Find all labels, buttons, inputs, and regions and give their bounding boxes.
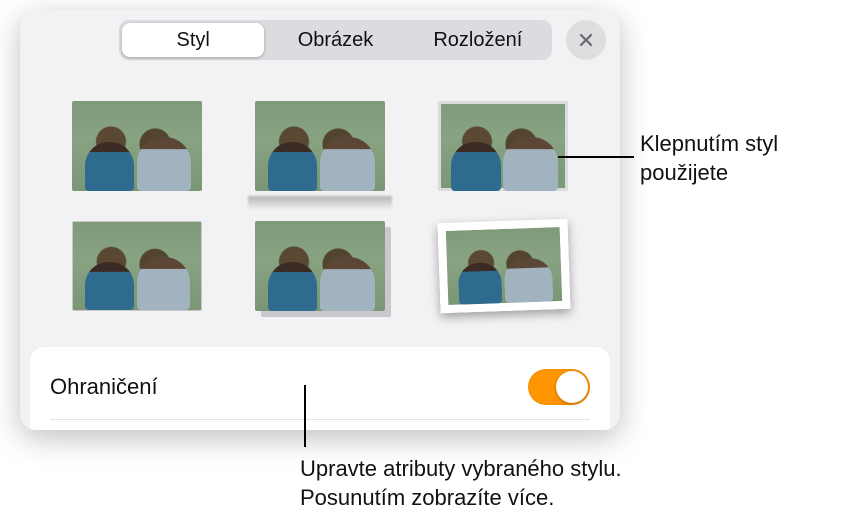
border-label: Ohraničení: [50, 374, 158, 400]
toggle-knob-icon: [556, 371, 588, 403]
style-plain[interactable]: [65, 96, 208, 196]
format-tabs: Styl Obrázek Rozložení: [119, 20, 552, 60]
style-attributes: Ohraničení: [30, 347, 610, 430]
tab-layout[interactable]: Rozložení: [407, 23, 549, 57]
photo-icon: [255, 101, 385, 191]
style-grid: [65, 96, 575, 316]
callout-apply-style: Klepnutím styl použijete: [640, 130, 850, 187]
photo-icon: [438, 101, 568, 191]
callout-leader-line: [558, 156, 634, 158]
panel-header: Styl Obrázek Rozložení: [20, 10, 620, 66]
callout-edit-attributes: Upravte atributy vybraného stylu. Posunu…: [300, 455, 720, 512]
photo-icon: [72, 101, 202, 191]
style-thin-border[interactable]: [432, 96, 575, 196]
photo-icon: [437, 219, 570, 313]
style-reflection[interactable]: [248, 96, 391, 196]
border-row: Ohraničení: [50, 369, 590, 420]
style-presets: [20, 66, 620, 326]
photo-icon: [255, 221, 385, 311]
close-button[interactable]: [566, 20, 606, 60]
tab-style[interactable]: Styl: [122, 23, 264, 57]
style-gray-border[interactable]: [65, 216, 208, 316]
close-icon: [578, 32, 594, 48]
tab-image[interactable]: Obrázek: [264, 23, 406, 57]
border-toggle[interactable]: [528, 369, 590, 405]
style-polaroid[interactable]: [430, 214, 577, 319]
callout-leader-line: [304, 385, 306, 447]
photo-icon: [72, 221, 202, 311]
style-drop-shadow[interactable]: [248, 216, 391, 316]
format-panel: Styl Obrázek Rozložení: [20, 10, 620, 430]
